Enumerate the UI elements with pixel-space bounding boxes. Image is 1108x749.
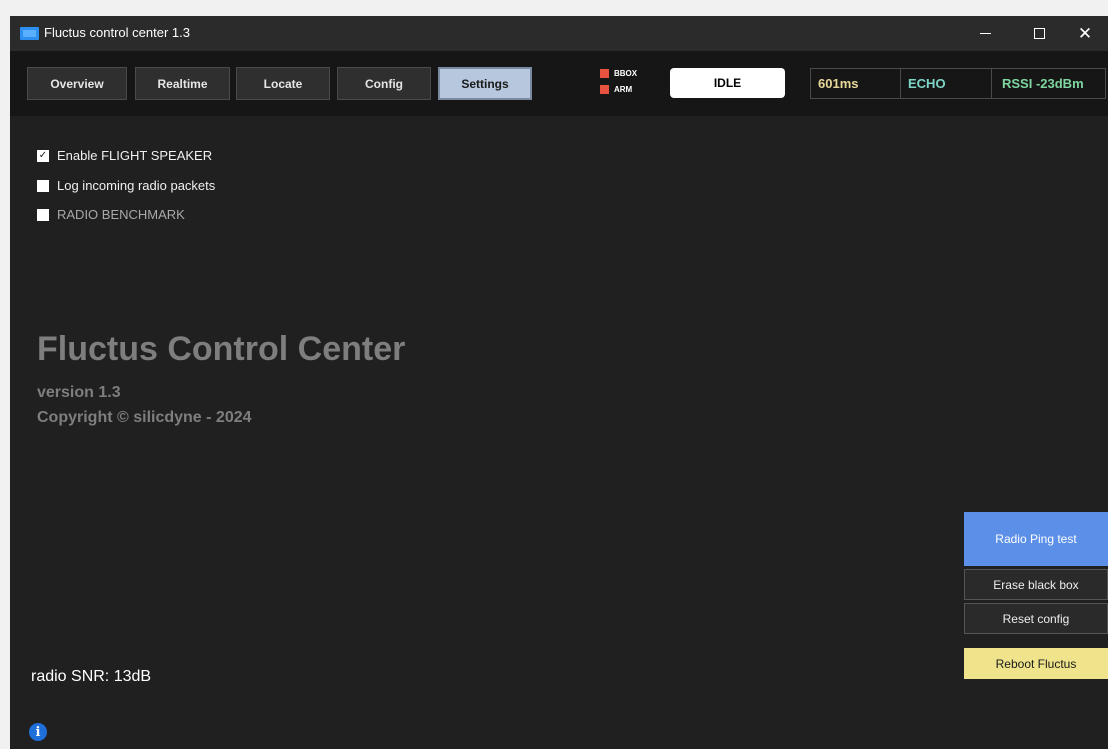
app-window-icon (20, 27, 39, 40)
bbox-status-icon (600, 69, 609, 78)
arm-indicator: ARM (600, 85, 632, 94)
flight-speaker-label: Enable FLIGHT SPEAKER (57, 148, 213, 163)
tab-config[interactable]: Config (337, 67, 431, 100)
tab-overview[interactable]: Overview (27, 67, 127, 100)
arm-label: ARM (614, 85, 633, 94)
reset-config-button[interactable]: Reset config (964, 603, 1108, 634)
info-icon[interactable]: i (29, 723, 47, 741)
arm-status-icon (600, 85, 609, 94)
toolbar: Overview Realtime Locate Config Settings… (10, 51, 1108, 116)
rssi-readout: RSSI -23dBm (1002, 76, 1084, 91)
title-bar[interactable]: Fluctus control center 1.3 ✕ (10, 16, 1108, 51)
radio-ping-test-button[interactable]: Radio Ping test (964, 512, 1108, 566)
radio-snr-readout: radio SNR: 13dB (31, 668, 152, 685)
state-badge: IDLE (670, 68, 785, 98)
link-stats: 601ms ECHO RSSI -23dBm (810, 68, 1106, 99)
log-packets-option[interactable]: Log incoming radio packets (37, 178, 215, 193)
radio-benchmark-label: RADIO BENCHMARK (57, 207, 185, 222)
reboot-fluctus-button[interactable]: Reboot Fluctus (964, 648, 1108, 679)
log-packets-checkbox[interactable] (37, 179, 49, 192)
window-title: Fluctus control center 1.3 (44, 25, 190, 40)
minimize-button[interactable] (962, 16, 1008, 51)
close-icon: ✕ (1077, 23, 1093, 43)
log-packets-label: Log incoming radio packets (57, 178, 216, 193)
flight-speaker-option[interactable]: ✓ Enable FLIGHT SPEAKER (37, 148, 212, 163)
tab-settings[interactable]: Settings (438, 67, 532, 100)
app-window: Fluctus control center 1.3 ✕ Overview Re… (10, 16, 1108, 749)
close-button[interactable]: ✕ (1062, 16, 1108, 51)
radio-benchmark-checkbox[interactable] (37, 208, 49, 221)
maximize-icon (1033, 28, 1045, 39)
link-mode-readout: ECHO (901, 69, 992, 98)
radio-benchmark-option[interactable]: RADIO BENCHMARK (37, 207, 185, 222)
about-title: Fluctus Control Center (37, 330, 406, 368)
tab-realtime[interactable]: Realtime (135, 67, 230, 100)
about-version: version 1.3 (37, 384, 121, 401)
flight-speaker-checkbox[interactable]: ✓ (37, 149, 49, 162)
maximize-button[interactable] (1016, 16, 1062, 51)
bbox-indicator: BBOX (600, 69, 637, 78)
bbox-label: BBOX (614, 69, 638, 78)
erase-black-box-button[interactable]: Erase black box (964, 569, 1108, 600)
about-copyright: Copyright © silicdyne - 2024 (37, 409, 252, 426)
minimize-icon (979, 33, 991, 34)
tab-locate[interactable]: Locate (236, 67, 330, 100)
latency-readout: 601ms (811, 69, 901, 98)
